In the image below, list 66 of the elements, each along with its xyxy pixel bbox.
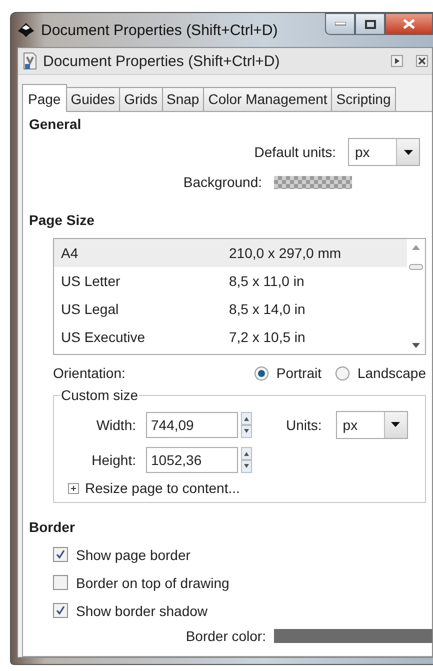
maximize-button[interactable] [355,13,385,35]
units-dropdown[interactable]: px [336,410,408,438]
field-label: Background: [183,174,262,190]
close-icon [403,19,415,29]
document-icon [22,52,38,70]
page-name: A4 [61,245,80,261]
tab[interactable]: Grids [119,87,163,111]
tab[interactable]: Scripting [331,87,396,111]
checkbox-icon[interactable] [53,547,68,562]
tab[interactable]: Color Management [203,87,332,111]
border-color-swatch[interactable] [274,629,432,643]
scroll-up-icon[interactable] [412,245,420,250]
page-dimensions: 8,5 x 11,0 in [229,273,304,289]
section-heading: Page Size [29,212,96,230]
field-label: Height: [90,452,137,468]
close-icon[interactable] [416,55,428,67]
field-label: Width: [95,416,137,432]
checkbox-option[interactable]: Show border shadow [53,601,432,620]
tab[interactable]: Guides [66,87,120,111]
list-row[interactable]: US Letter 8,5 x 11,0 in [54,267,407,295]
list-row[interactable]: A4 210,0 x 297,0 mm [54,239,407,267]
section-heading: Border [29,519,76,537]
minimize-icon [334,22,346,26]
units-dropdown[interactable]: px [348,138,420,166]
list-row[interactable]: US Legal 8,5 x 14,0 in [54,295,407,323]
spin-buttons-icon[interactable] [241,446,252,472]
checkbox-option[interactable]: Show page border [53,545,432,564]
page-name: US Legal [61,301,120,317]
scroll-thumb[interactable] [409,264,423,270]
tab[interactable]: Snap [162,87,204,111]
page-dimensions: 8,5 x 14,0 in [229,301,306,317]
spin-buttons-icon[interactable] [241,412,252,438]
field-label: Border color: [186,628,266,644]
tab[interactable]: Page [22,84,67,112]
radio-button-icon[interactable] [335,366,350,380]
page-dimensions: 7,2 x 10,5 in [229,329,306,345]
radio-option[interactable]: Portrait [254,365,322,381]
number-field[interactable]: 744,09 [146,412,238,438]
page-name: US Executive [61,329,146,345]
scroll-down-icon[interactable] [412,343,420,348]
section-heading: General [29,116,82,134]
field-label: Orientation: [53,365,126,381]
background-swatch[interactable] [274,176,352,188]
page-name: US Letter [61,273,122,289]
panel-title: Document Properties (Shift+Ctrl+D) [43,52,281,70]
minimize-button[interactable] [325,13,355,35]
dropdown-arrow-icon [391,422,400,427]
expander[interactable]: Resize page to content... [68,480,425,496]
plus-box-icon[interactable] [68,482,79,494]
app-logo-icon [17,22,35,38]
field-label: Units: [286,416,322,432]
close-button[interactable] [385,13,433,35]
page-dimensions: 210,0 x 297,0 mm [229,245,342,261]
checkbox-option[interactable]: Border on top of drawing [53,573,432,592]
list-row[interactable]: US Executive 7,2 x 10,5 in [54,323,407,351]
radio-option[interactable]: Landscape [335,365,426,381]
number-field[interactable]: 1052,36 [146,446,238,472]
group-title: Custom size [60,387,140,403]
collapse-icon[interactable] [391,55,403,67]
checkbox-icon[interactable] [53,575,68,590]
window-title: Document Properties (Shift+Ctrl+D) [41,22,279,38]
dropdown-arrow-icon [404,150,412,154]
maximize-icon [364,20,376,28]
radio-button-icon[interactable] [254,366,270,380]
checkbox-icon[interactable] [53,603,68,618]
field-label: Default units: [254,144,336,160]
